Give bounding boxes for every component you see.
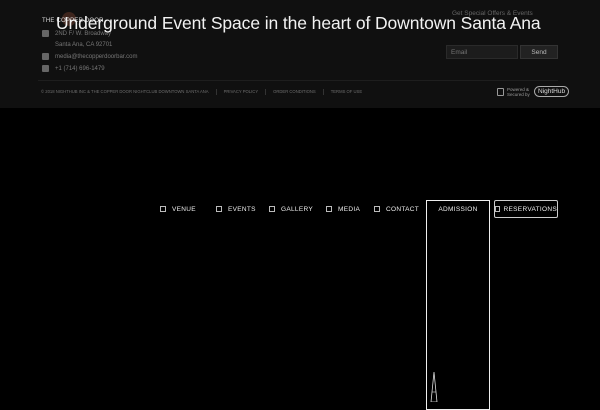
nav-events-label: EVENTS bbox=[228, 205, 256, 213]
address-line2: Santa Ana, CA 92701 bbox=[55, 42, 113, 48]
email-row[interactable]: media@thecopperdoorbar.com bbox=[42, 53, 137, 60]
phone-link[interactable]: +1 (714) 696-1479 bbox=[55, 66, 105, 72]
order-conditions-link[interactable]: ORDER CONDITIONS bbox=[273, 89, 316, 95]
nav-contact[interactable]: CONTACT bbox=[374, 200, 419, 218]
nav-media-label: MEDIA bbox=[338, 205, 361, 213]
document-icon bbox=[326, 206, 332, 212]
envelope-icon bbox=[374, 206, 380, 212]
footer-divider bbox=[38, 80, 558, 81]
nav-gallery-label: GALLERY bbox=[281, 205, 313, 213]
reservations-label: RESERVATIONS bbox=[503, 205, 557, 213]
ticket-icon bbox=[495, 206, 500, 212]
lock-icon bbox=[497, 87, 504, 96]
map-pin-icon bbox=[42, 30, 49, 37]
nav-venue-label: VENUE bbox=[172, 205, 196, 213]
terms-of-use-link[interactable]: TERMS OF USE bbox=[331, 89, 362, 95]
nav-venue[interactable]: VENUE bbox=[160, 200, 196, 218]
site-footer: THE COPPER DOOR 2ND F/ W. Broadway Santa… bbox=[0, 0, 600, 108]
calendar-icon bbox=[216, 206, 222, 212]
envelope-icon bbox=[42, 53, 49, 60]
nighthub-logo: NightHub bbox=[534, 86, 570, 97]
email-field[interactable] bbox=[446, 45, 518, 59]
email-link[interactable]: media@thecopperdoorbar.com bbox=[55, 54, 137, 60]
reservations-button[interactable]: RESERVATIONS bbox=[494, 200, 558, 218]
legal-links: © 2018 NIGHTHUB INC & THE COPPER DOOR NI… bbox=[41, 89, 362, 95]
send-button[interactable]: Send bbox=[520, 45, 558, 59]
phone-icon bbox=[42, 65, 49, 72]
building-icon bbox=[160, 206, 166, 212]
newsletter-label: Get Special Offers & Events bbox=[452, 10, 533, 17]
nav-gallery[interactable]: GALLERY bbox=[269, 200, 313, 218]
privacy-policy-link[interactable]: PRIVACY POLICY bbox=[224, 89, 259, 95]
copyright-text: © 2018 NIGHTHUB INC & THE COPPER DOOR NI… bbox=[41, 89, 209, 94]
nav-events[interactable]: EVENTS bbox=[216, 200, 256, 218]
powered-by-badge[interactable]: Powered & Secured by NightHub bbox=[497, 86, 570, 97]
nav-media[interactable]: MEDIA bbox=[326, 200, 360, 218]
image-icon bbox=[269, 206, 275, 212]
admission-label: ADMISSION bbox=[438, 206, 478, 213]
nav-contact-label: CONTACT bbox=[386, 205, 420, 213]
powered-by-text: Powered & Secured by bbox=[507, 86, 530, 97]
phone-row[interactable]: +1 (714) 696-1479 bbox=[42, 65, 105, 72]
tower-icon bbox=[430, 372, 438, 402]
